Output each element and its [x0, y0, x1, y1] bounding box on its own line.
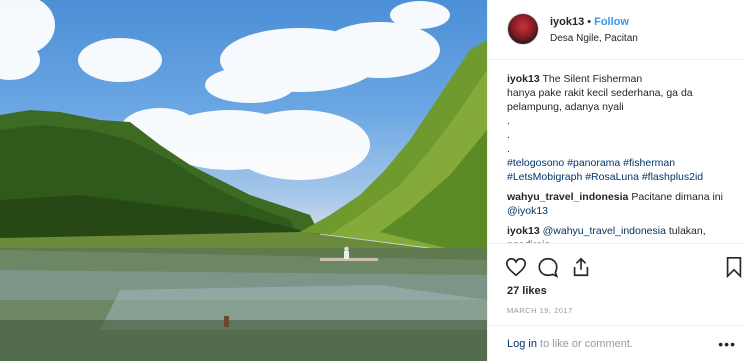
hashtags-line[interactable]: #LetsMobigraph #RosaLuna #flashplus2id	[507, 170, 734, 184]
login-link[interactable]: Log in	[507, 338, 537, 350]
post-side-panel: iyok13 • Follow Desa Ngile, Pacitan iyok13…	[487, 0, 745, 361]
user-line: iyok13 • Follow	[550, 16, 629, 28]
avatar[interactable]	[507, 13, 539, 45]
comment-text: tulakan,	[665, 225, 706, 237]
share-icon[interactable]	[570, 256, 592, 278]
follow-button[interactable]: Follow	[594, 16, 629, 28]
login-prompt-text: to like or comment.	[536, 338, 633, 350]
post-photo[interactable]	[0, 0, 487, 361]
comment-username[interactable]: wahyu_travel_indonesia	[507, 191, 628, 203]
post-actions: 27 likes MARCH 19, 2017	[488, 243, 745, 325]
comment-mention[interactable]: @wahyu_travel_indonesia	[543, 225, 666, 237]
heart-icon[interactable]	[505, 256, 527, 278]
comment-mention[interactable]: @iyok13	[507, 205, 548, 217]
post-date: MARCH 19, 2017	[507, 306, 573, 315]
caption-dot: .	[507, 115, 510, 127]
caption-dot: .	[507, 143, 510, 155]
bookmark-icon[interactable]	[723, 256, 745, 279]
comment: iyok13 @wahyu_travel_indonesia tulakan, …	[507, 224, 734, 243]
comment-icon[interactable]	[537, 256, 559, 278]
caption: iyok13 The Silent Fisherman hanya pake r…	[507, 72, 734, 184]
caption-dot: .	[507, 129, 510, 141]
caption-title: The Silent Fisherman	[542, 73, 643, 85]
comment: wahyu_travel_indonesia Pacitane dimana i…	[507, 190, 734, 218]
comment-username[interactable]: iyok13	[507, 225, 540, 237]
likes-count[interactable]: 27 likes	[507, 285, 547, 297]
comment-text: Pacitane dimana ini	[631, 191, 723, 203]
caption-dots: . . .	[507, 114, 734, 156]
post-header: iyok13 • Follow Desa Ngile, Pacitan	[488, 0, 745, 60]
lake-landscape-image	[0, 0, 487, 361]
separator-dot: •	[587, 16, 592, 28]
add-comment-bar: Log in to like or comment. •••	[488, 325, 745, 361]
comments-list[interactable]: iyok13 The Silent Fisherman hanya pake r…	[488, 60, 745, 243]
hashtags-line[interactable]: #telogosono #panorama #fisherman	[507, 156, 734, 170]
username-link[interactable]: iyok13	[550, 16, 584, 28]
location-link[interactable]: Desa Ngile, Pacitan	[550, 33, 638, 44]
more-options-icon[interactable]: •••	[718, 336, 736, 352]
caption-username[interactable]: iyok13	[507, 73, 540, 85]
caption-body: hanya pake rakit kecil sederhana, ga da …	[507, 87, 693, 113]
